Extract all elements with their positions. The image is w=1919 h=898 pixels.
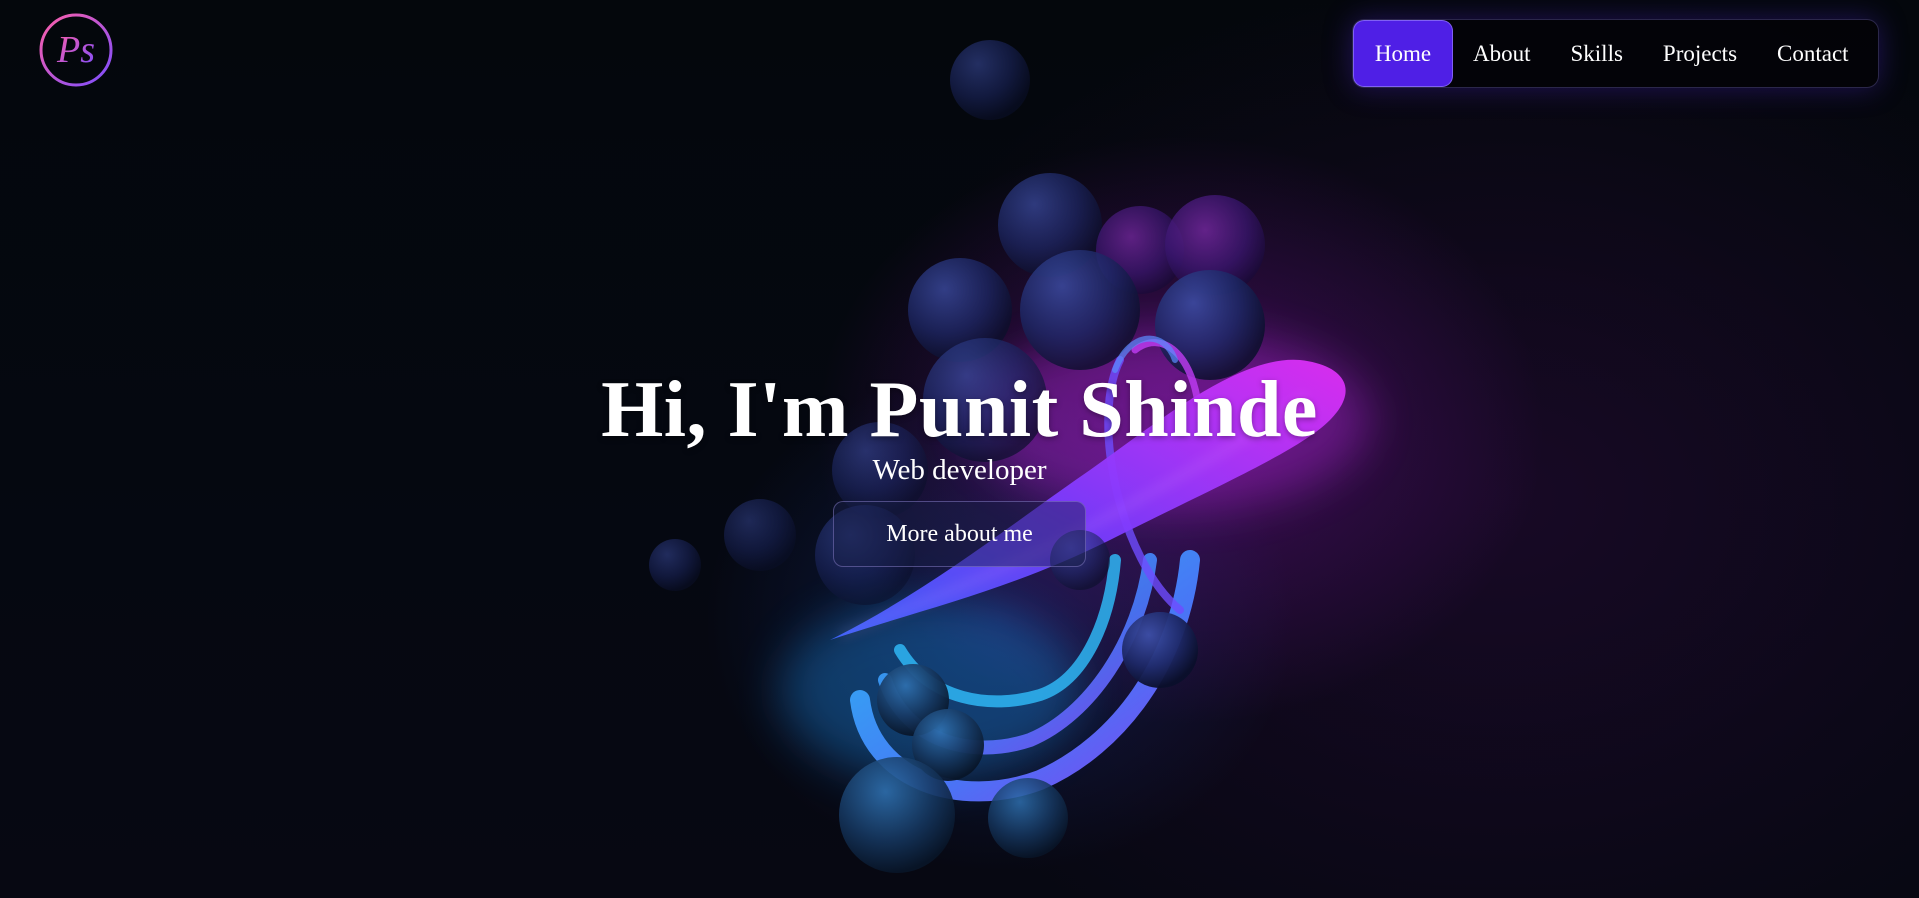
hero-subtitle: Web developer (872, 454, 1047, 486)
site-logo[interactable]: Ps (38, 12, 114, 88)
hero-title: Hi, I'm Punit Shinde (601, 366, 1318, 454)
more-about-me-button[interactable]: More about me (833, 501, 1086, 567)
nav-home[interactable]: Home (1353, 20, 1453, 87)
nav-contact[interactable]: Contact (1757, 20, 1869, 87)
logo-text: Ps (56, 29, 95, 71)
nav-about[interactable]: About (1453, 20, 1551, 87)
ps-monogram-icon: Ps (39, 13, 113, 87)
nav-skills[interactable]: Skills (1551, 20, 1643, 87)
main-navigation: Home About Skills Projects Contact (1352, 19, 1879, 88)
nav-projects[interactable]: Projects (1643, 20, 1757, 87)
